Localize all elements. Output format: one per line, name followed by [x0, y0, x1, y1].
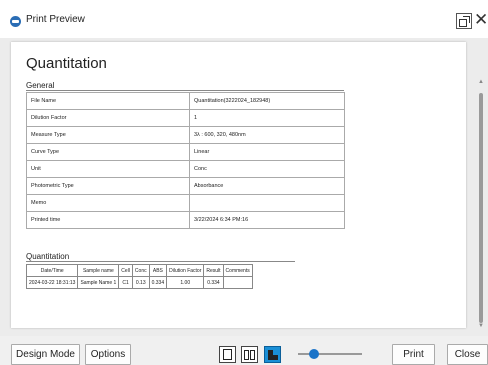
general-row: File Name Quantitation(3222024_182948) [26, 92, 345, 110]
general-row-value: 3λ : 600, 320, 480nm [189, 126, 345, 144]
column-header: Result [203, 264, 224, 277]
general-row: Photometric Type Absorbance [26, 177, 345, 195]
table-cell: Sample Name 1 [77, 276, 120, 289]
column-header: Comments [222, 264, 253, 277]
table-cell: 0.334 [203, 276, 224, 289]
general-row: Dilution Factor 1 [26, 109, 345, 127]
general-row-key: Memo [26, 194, 190, 212]
general-row-key: Measure Type [26, 126, 190, 144]
general-row-key: Photometric Type [26, 177, 190, 195]
quantitation-heading: Quantitation [26, 252, 70, 261]
column-header: Conc [131, 264, 150, 277]
print-button[interactable]: Print [392, 344, 435, 365]
two-page-view-icon[interactable] [241, 346, 258, 363]
preview-viewport[interactable]: Quantitation General File Name Quantitati… [0, 38, 488, 351]
zoom-slider-knob[interactable] [309, 349, 319, 359]
multi-page-view-icon[interactable] [264, 346, 281, 363]
design-mode-button[interactable]: Design Mode [11, 344, 80, 365]
general-row-key: Dilution Factor [26, 109, 190, 127]
table-cell: 0.13 [131, 276, 150, 289]
table-cell: 2024-03-22 18:31:13 [25, 276, 79, 289]
general-row-value: 1 [189, 109, 345, 127]
column-header: ABS [148, 264, 168, 277]
table-row: 2024-03-22 18:31:13 Sample Name 1 C1 0.13 0.… [25, 276, 253, 289]
general-row-value: Linear [189, 143, 345, 161]
column-header: Date/Time [25, 264, 79, 277]
table-cell: 0.334 [148, 276, 168, 289]
title-bar: Print Preview ✕ [0, 0, 488, 38]
vertical-scrollbar-thumb[interactable] [479, 93, 483, 323]
general-row: Curve Type Linear [26, 143, 345, 161]
general-row-key: Unit [26, 160, 190, 178]
app-logo-icon [10, 16, 21, 27]
close-button[interactable]: Close [447, 344, 488, 365]
general-row: Memo [26, 194, 345, 212]
general-row-value: Absorbance [189, 177, 345, 195]
table-cell: 1.00 [166, 276, 205, 289]
close-icon[interactable]: ✕ [474, 10, 488, 30]
general-row: Unit Conc [26, 160, 345, 178]
general-row: Measure Type 3λ : 600, 320, 480nm [26, 126, 345, 144]
quantitation-divider [26, 261, 295, 262]
general-row-value: 3/22/2024 6:34 PM:16 [189, 211, 345, 229]
general-divider [26, 90, 344, 91]
report-page: Quantitation General File Name Quantitati… [11, 42, 466, 328]
window-title: Print Preview [26, 14, 85, 25]
single-page-view-icon[interactable] [219, 346, 236, 363]
column-header: Cell [118, 264, 133, 277]
general-row-key: Curve Type [26, 143, 190, 161]
quantitation-table: Date/Time Sample name Cell Conc ABS Dilution … [25, 264, 253, 289]
column-header: Sample name [77, 264, 120, 277]
zoom-slider[interactable] [298, 353, 362, 355]
general-row-value: Quantitation(3222024_182948) [189, 92, 345, 110]
options-button[interactable]: Options [85, 344, 131, 365]
general-row-key: Printed time [26, 211, 190, 229]
table-cell [222, 276, 253, 289]
general-row-value [189, 194, 345, 212]
general-row-key: File Name [26, 92, 190, 110]
column-header: Dilution Factor [166, 264, 205, 277]
general-table: File Name Quantitation(3222024_182948) Dil… [26, 92, 345, 229]
report-title: Quantitation [26, 55, 107, 72]
restore-window-icon[interactable] [456, 13, 472, 29]
scroll-down-icon[interactable]: ▼ [478, 323, 484, 329]
scroll-up-icon[interactable]: ▲ [478, 79, 484, 85]
general-heading: General [26, 81, 55, 90]
table-cell: C1 [118, 276, 133, 289]
general-row-value: Conc [189, 160, 345, 178]
general-row: Printed time 3/22/2024 6:34 PM:16 [26, 211, 345, 229]
